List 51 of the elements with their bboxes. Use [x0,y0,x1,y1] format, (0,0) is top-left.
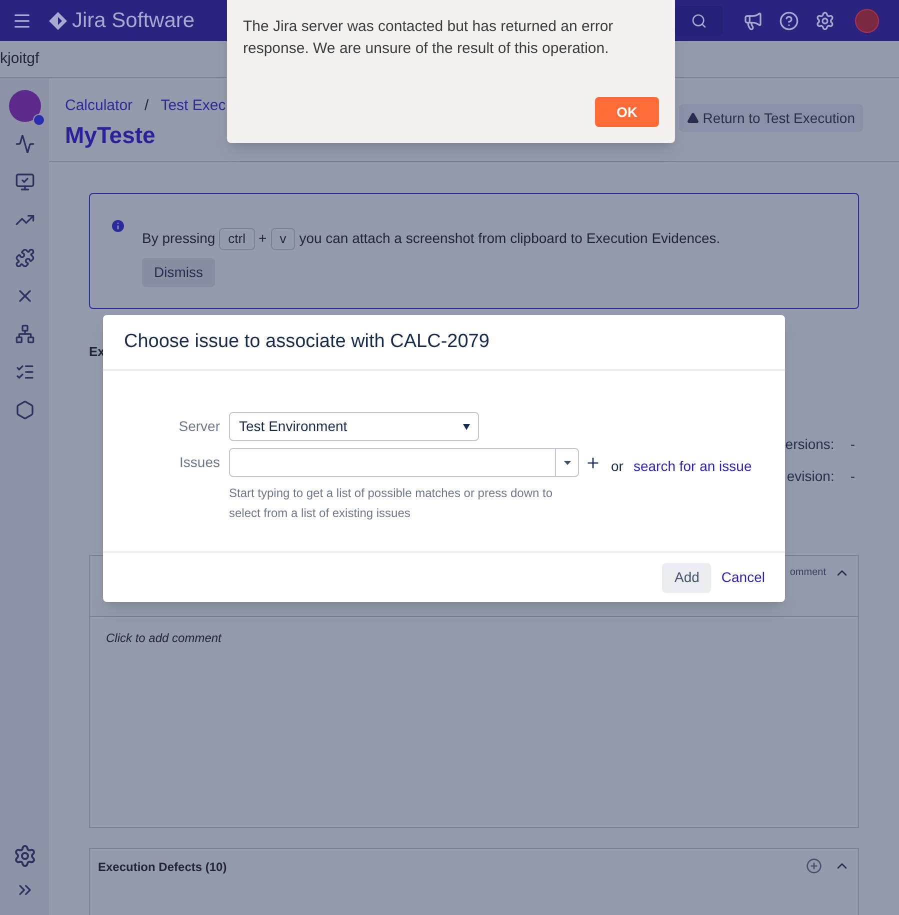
key-cap: v [270,228,296,250]
dismiss-button[interactable]: Dismiss [142,258,215,286]
breadcrumb-link[interactable]: Test Exec [160,95,226,118]
dropdown-caret-icon[interactable] [564,460,570,464]
breadcrumb-link[interactable]: Calculator [65,95,133,118]
field-label: Server [178,417,221,436]
pulse-icon[interactable] [14,134,34,154]
help-text: Start typing to get a list of possible matches or press down to select from a list of existing issues [229,485,554,522]
puzzle-icon[interactable] [14,248,34,268]
detail-label: ersions: [785,434,834,454]
alert-message: The Jira server was contacted but has returned an error response. We are unsure of the result of this operation. [243,17,614,59]
banner-text: By pressing [142,229,216,248]
add-circle-icon[interactable] [806,858,822,874]
info-icon [110,218,126,234]
settings-icon[interactable] [815,10,835,30]
hierarchy-icon[interactable] [14,324,34,344]
comment-prompt[interactable]: Click to add comment [90,616,858,646]
monitor-check-icon[interactable] [14,172,34,192]
badge-icon [32,114,44,126]
search-issue-link[interactable]: search for an issue [633,456,752,477]
detail-label: evision: [786,466,834,486]
server-select[interactable]: Test Environment [229,412,479,441]
search-field[interactable] [675,6,723,36]
diamond-logo-icon [48,10,68,30]
return-button[interactable]: Return to Test Execution [678,104,863,132]
project-name[interactable]: kjoitgf [0,48,40,70]
comment-action[interactable]: omment [790,564,826,580]
plus-sign: + [258,229,267,248]
megaphone-icon[interactable] [743,10,763,30]
banner-text: you can attach a screenshot from clipboard to Execution Evidences. [299,229,720,248]
dialog-title: Choose issue to associate with CALC-2079 [124,330,490,354]
help-icon[interactable] [779,10,799,30]
add-icon[interactable] [585,454,601,470]
breadcrumb-separator: / [144,96,149,116]
hexagon-icon[interactable] [14,400,34,420]
page-title: MyTeste [65,120,156,150]
ok-button[interactable]: OK [595,97,659,127]
dropdown-caret-icon [463,424,470,430]
issues-field[interactable] [229,448,579,477]
or-text: or [611,457,624,476]
triangle-icon [686,112,699,124]
cancel-link[interactable]: Cancel [721,567,765,588]
detail-value: - [850,434,855,454]
detail-value: - [850,466,855,486]
search-icon [691,12,707,28]
key-cap: ctrl [219,228,254,250]
product-name[interactable]: Jira Software [72,4,195,36]
add-button[interactable]: Add [662,562,712,592]
field-label: Issues [178,453,221,472]
panel-title: Execution Defects (10) [98,858,227,876]
settings-icon[interactable] [12,844,36,868]
